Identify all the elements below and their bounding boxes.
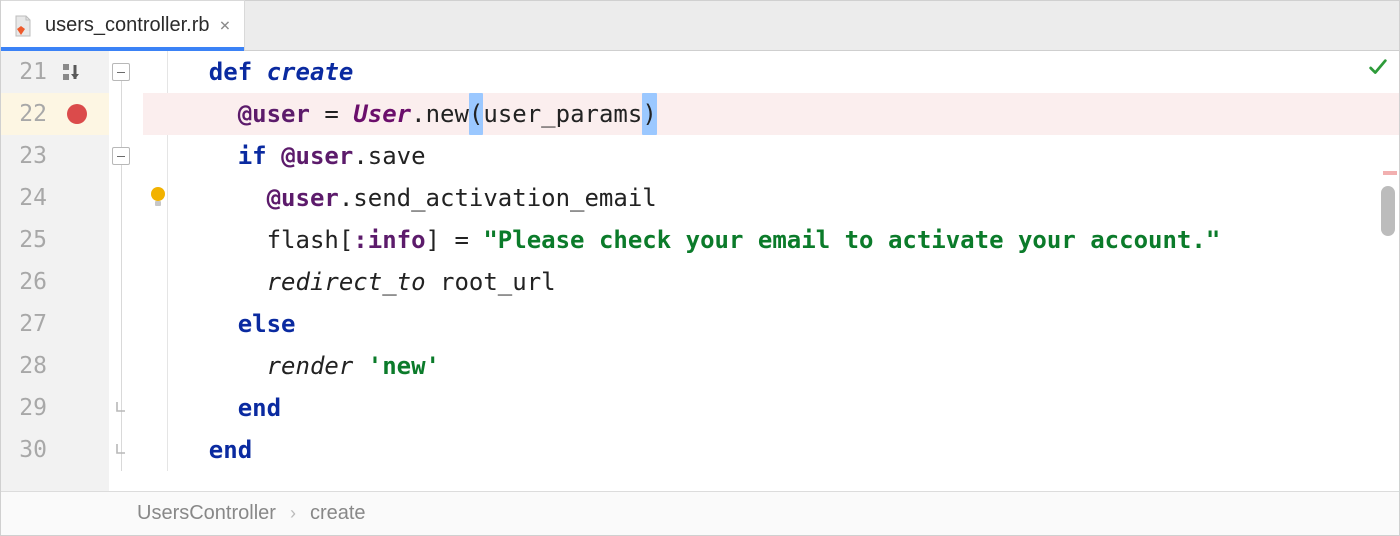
constant: User (353, 93, 411, 135)
gutter-row[interactable]: 21 (1, 51, 109, 93)
code-line[interactable]: flash[:info] = "Please check your email … (143, 219, 1399, 261)
code-line[interactable]: end (143, 387, 1399, 429)
line-number: 25 (19, 227, 47, 253)
gutter-row[interactable]: 27 (1, 303, 109, 345)
line-number: 24 (19, 185, 47, 211)
tab-close-icon[interactable]: × (220, 17, 231, 35)
intention-bulb-icon[interactable] (149, 102, 167, 126)
gutter-row[interactable]: 26 (1, 261, 109, 303)
method-name: create (267, 51, 354, 93)
line-number: 29 (19, 395, 47, 421)
line-number: 22 (19, 101, 47, 127)
ruby-file-icon (11, 14, 35, 38)
scrollbar-thumb[interactable] (1381, 186, 1395, 236)
error-stripe[interactable] (1383, 51, 1397, 491)
code-line[interactable]: if @user.save (143, 135, 1399, 177)
tab-filename: users_controller.rb (45, 14, 210, 37)
fold-end-icon (112, 399, 130, 417)
code-line[interactable]: render 'new' (143, 345, 1399, 387)
fold-column (109, 51, 143, 491)
matched-paren: ) (642, 93, 656, 135)
line-number: 27 (19, 311, 47, 337)
line-number: 28 (19, 353, 47, 379)
gutter[interactable]: 21 22 23 24 25 26 27 28 29 30 (1, 51, 109, 491)
code-line[interactable]: redirect_to root_url (143, 261, 1399, 303)
line-number: 26 (19, 269, 47, 295)
editor-tab[interactable]: users_controller.rb × (1, 0, 245, 50)
breadcrumb: UsersController › create (1, 491, 1399, 535)
fold-toggle-icon[interactable] (112, 147, 130, 165)
matched-paren: ( (469, 93, 483, 135)
line-number: 21 (19, 59, 47, 85)
fold-toggle-icon[interactable] (112, 63, 130, 81)
code-line[interactable]: def create (143, 51, 1399, 93)
gutter-row[interactable]: 23 (1, 135, 109, 177)
fold-end-icon (112, 441, 130, 459)
gutter-row[interactable]: 22 (1, 93, 109, 135)
code-line[interactable]: else (143, 303, 1399, 345)
chevron-right-icon: › (290, 503, 296, 524)
breakpoint-icon[interactable] (67, 104, 87, 124)
string-literal: "Please check your email to activate you… (483, 219, 1220, 261)
code-content[interactable]: def create @user = User.new(user_params)… (143, 51, 1399, 491)
gutter-row[interactable]: 28 (1, 345, 109, 387)
gutter-row[interactable]: 24 (1, 177, 109, 219)
gutter-row[interactable]: 30 (1, 429, 109, 471)
gutter-row[interactable]: 25 (1, 219, 109, 261)
instance-variable: @user (238, 93, 310, 135)
keyword-def: def (209, 51, 252, 93)
breadcrumb-item[interactable]: UsersController (137, 502, 276, 525)
editor-area: 21 22 23 24 25 26 27 28 29 30 (1, 51, 1399, 491)
tab-bar: users_controller.rb × (1, 1, 1399, 51)
overriding-method-icon[interactable] (61, 61, 89, 83)
code-line[interactable]: @user = User.new(user_params) (143, 93, 1399, 135)
breadcrumb-item[interactable]: create (310, 502, 366, 525)
gutter-row[interactable]: 29 (1, 387, 109, 429)
stripe-marker[interactable] (1383, 171, 1397, 175)
code-line[interactable]: @user.send_activation_email (143, 177, 1399, 219)
line-number: 23 (19, 143, 47, 169)
line-number: 30 (19, 437, 47, 463)
code-line[interactable]: end (143, 429, 1399, 471)
